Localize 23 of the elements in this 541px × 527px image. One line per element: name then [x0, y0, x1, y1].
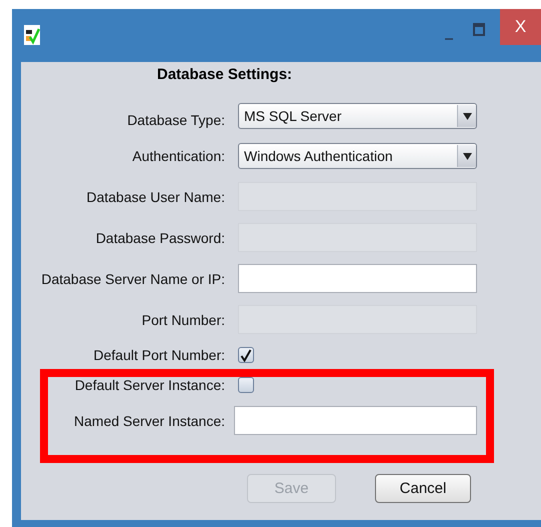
checkbox[interactable] [238, 377, 254, 393]
dropdown[interactable]: Windows Authentication [238, 143, 477, 169]
field-label: Database Password: [94, 230, 225, 246]
field-label: Database Type: [126, 112, 225, 128]
dialog-heading: Database Settings: [157, 66, 294, 83]
field-label: Database Server Name or IP: [40, 270, 225, 286]
input-field[interactable] [238, 264, 477, 293]
close-button[interactable]: X [500, 9, 541, 45]
input-field[interactable] [234, 406, 477, 435]
app-icon [24, 25, 40, 45]
field-label: Authentication: [131, 148, 225, 164]
caret-icon [462, 112, 472, 120]
checkbox[interactable] [238, 347, 254, 363]
maximize-icon [473, 22, 485, 36]
field-label: Default Port Number: [92, 347, 225, 363]
field-label: Default Server Instance: [74, 377, 225, 393]
field-label: Port Number: [140, 312, 225, 328]
dialog-button[interactable]: Cancel [375, 474, 471, 503]
maximize-button[interactable] [470, 20, 488, 38]
field-label: Named Server Instance: [73, 412, 225, 428]
dropdown[interactable]: MS SQL Server [238, 103, 477, 129]
field-label: Database User Name: [85, 188, 225, 204]
caret-icon [462, 152, 472, 160]
